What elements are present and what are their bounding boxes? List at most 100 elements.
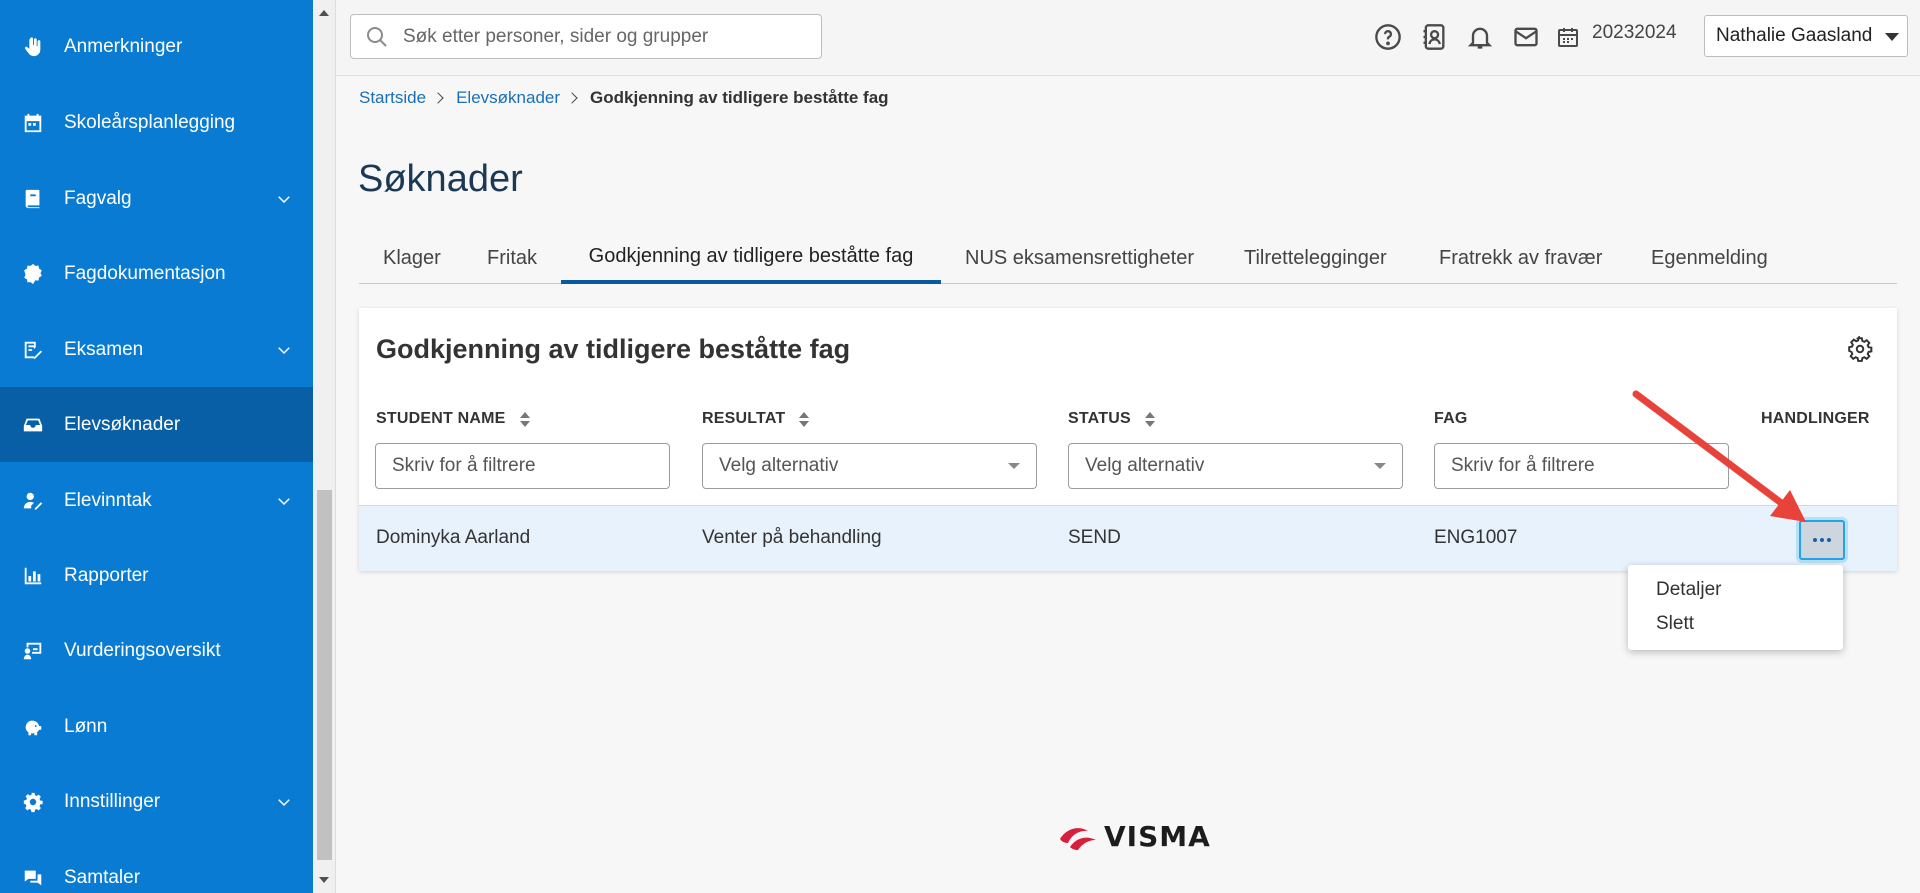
visma-logo: VISMA bbox=[1058, 820, 1211, 853]
school-year[interactable]: 20232024 bbox=[1592, 22, 1677, 44]
sidebar-item-label: Vurderingsoversikt bbox=[64, 639, 221, 661]
sidebar-item-vurderingsoversikt[interactable]: Vurderingsoversikt bbox=[0, 613, 313, 688]
sidebar-item-fagvalg[interactable]: Fagvalg bbox=[0, 161, 313, 236]
chevron-down-icon[interactable] bbox=[273, 188, 295, 210]
breadcrumb: Startside Elevsøknader Godkjenning av ti… bbox=[359, 88, 889, 108]
tab-tilrettelegginger[interactable]: Tilrettelegginger bbox=[1244, 232, 1387, 284]
visma-logo-text: VISMA bbox=[1104, 820, 1211, 853]
tab-bar: Klager Fritak Godkjenning av tidligere b… bbox=[359, 232, 1897, 284]
filter-placeholder: Skriv for å filtrere bbox=[1451, 455, 1595, 476]
column-label: STUDENT NAME bbox=[376, 410, 506, 427]
tab-klager[interactable]: Klager bbox=[383, 232, 441, 284]
sort-icon[interactable] bbox=[799, 411, 810, 427]
actions-menu: Detaljer Slett bbox=[1628, 565, 1843, 650]
menu-item-slett[interactable]: Slett bbox=[1656, 613, 1694, 635]
tab-fratrekk-av-fravaer[interactable]: Fratrekk av fravær bbox=[1439, 232, 1602, 284]
cell-status: SEND bbox=[1068, 527, 1121, 548]
column-header-fag: FAG bbox=[1434, 410, 1468, 428]
gear-icon[interactable] bbox=[1847, 334, 1873, 362]
column-header-student-name[interactable]: STUDENT NAME bbox=[376, 410, 530, 428]
sidebar-item-label: Lønn bbox=[64, 715, 108, 737]
sidebar-scrollbar[interactable] bbox=[313, 0, 336, 893]
tab-nus-eksamensrettigheter[interactable]: NUS eksamensrettigheter bbox=[965, 232, 1194, 284]
column-header-status[interactable]: STATUS bbox=[1068, 410, 1155, 428]
column-label: RESULTAT bbox=[702, 410, 786, 427]
breadcrumb-section[interactable]: Elevsøknader bbox=[456, 88, 560, 108]
resultat-select[interactable]: Velg alternativ bbox=[702, 443, 1037, 489]
sidebar-item-elevsoknader[interactable]: Elevsøknader bbox=[0, 387, 313, 462]
caret-down-icon bbox=[1008, 463, 1020, 469]
scroll-up-icon[interactable] bbox=[319, 10, 329, 16]
sidebar-item-elevinntak[interactable]: Elevinntak bbox=[0, 463, 313, 538]
sidebar-item-lonn[interactable]: Lønn bbox=[0, 689, 313, 764]
help-icon[interactable] bbox=[1371, 20, 1405, 54]
sidebar-item-anmerkninger[interactable]: Anmerkninger bbox=[0, 9, 313, 84]
contacts-icon[interactable] bbox=[1417, 20, 1451, 54]
bell-icon[interactable] bbox=[1463, 20, 1497, 54]
column-header-resultat[interactable]: RESULTAT bbox=[702, 410, 810, 428]
mail-icon[interactable] bbox=[1509, 20, 1543, 54]
visma-logo-icon bbox=[1060, 827, 1096, 850]
sort-icon[interactable] bbox=[1144, 411, 1155, 427]
calendar-icon[interactable] bbox=[1554, 20, 1582, 54]
user-menu-button[interactable]: Nathalie Gaasland bbox=[1704, 15, 1908, 57]
select-value: Velg alternativ bbox=[1085, 455, 1205, 476]
chevron-down-icon[interactable] bbox=[273, 490, 295, 512]
top-bar: 20232024 Nathalie Gaasland bbox=[336, 0, 1920, 76]
sidebar-item-label: Fagdokumentasjon bbox=[64, 262, 226, 284]
board-icon bbox=[20, 638, 46, 664]
annotation-arrow-icon bbox=[1632, 390, 1806, 522]
badge-icon bbox=[20, 261, 46, 287]
sidebar-item-label: Fagvalg bbox=[64, 187, 132, 209]
gear-icon bbox=[20, 789, 46, 815]
search-icon bbox=[367, 26, 387, 47]
piggy-bank-icon bbox=[20, 714, 46, 740]
caret-down-icon bbox=[1374, 463, 1386, 469]
cell-resultat: Venter på behandling bbox=[702, 527, 882, 548]
page-title: Søknader bbox=[358, 158, 523, 200]
user-name: Nathalie Gaasland bbox=[1716, 25, 1873, 46]
sidebar-item-fagdokumentasjon[interactable]: Fagdokumentasjon bbox=[0, 236, 313, 311]
chevron-down-icon[interactable] bbox=[273, 339, 295, 361]
search-input[interactable] bbox=[403, 25, 803, 48]
search-box bbox=[350, 14, 822, 59]
sidebar: Anmerkninger Skoleårsplanlegging Fagvalg… bbox=[0, 0, 313, 893]
calendar-icon bbox=[20, 110, 46, 136]
exam-icon bbox=[20, 337, 46, 363]
student-name-filter[interactable]: Skriv for å filtrere bbox=[375, 443, 670, 489]
breadcrumb-current: Godkjenning av tidligere beståtte fag bbox=[590, 88, 889, 107]
menu-item-detaljer[interactable]: Detaljer bbox=[1656, 579, 1721, 601]
scroll-down-icon[interactable] bbox=[319, 877, 329, 883]
tab-godkjenning[interactable]: Godkjenning av tidligere beståtte fag bbox=[561, 232, 941, 284]
user-edit-icon bbox=[20, 488, 46, 514]
sidebar-item-samtaler[interactable]: Samtaler bbox=[0, 840, 313, 893]
sidebar-item-innstillinger[interactable]: Innstillinger bbox=[0, 764, 313, 839]
bar-chart-icon bbox=[20, 563, 46, 589]
column-label: FAG bbox=[1434, 410, 1468, 427]
sidebar-item-label: Samtaler bbox=[64, 866, 141, 888]
chevron-right-icon bbox=[566, 92, 578, 104]
tab-fritak[interactable]: Fritak bbox=[487, 232, 537, 284]
scroll-thumb[interactable] bbox=[317, 490, 332, 860]
chevron-down-icon[interactable] bbox=[273, 791, 295, 813]
inbox-icon bbox=[20, 412, 46, 438]
column-label: STATUS bbox=[1068, 410, 1131, 427]
sort-icon[interactable] bbox=[519, 411, 530, 427]
sidebar-item-eksamen[interactable]: Eksamen bbox=[0, 312, 313, 387]
hand-icon bbox=[20, 34, 46, 60]
sidebar-item-label: Eksamen bbox=[64, 338, 144, 360]
sidebar-item-rapporter[interactable]: Rapporter bbox=[0, 538, 313, 613]
sidebar-item-label: Rapporter bbox=[64, 564, 149, 586]
sidebar-item-skolearsplanlegging[interactable]: Skoleårsplanlegging bbox=[0, 85, 313, 160]
sidebar-item-label: Innstillinger bbox=[64, 790, 161, 812]
breadcrumb-home[interactable]: Startside bbox=[359, 88, 426, 108]
select-value: Velg alternativ bbox=[719, 455, 839, 476]
card-title: Godkjenning av tidligere beståtte fag bbox=[376, 334, 851, 364]
sidebar-item-label: Skoleårsplanlegging bbox=[64, 111, 236, 133]
cell-student-name: Dominyka Aarland bbox=[376, 527, 531, 548]
caret-down-icon bbox=[1885, 33, 1899, 41]
sidebar-item-label: Elevinntak bbox=[64, 489, 152, 511]
status-select[interactable]: Velg alternativ bbox=[1068, 443, 1403, 489]
tab-egenmelding[interactable]: Egenmelding bbox=[1651, 232, 1768, 284]
book-icon bbox=[20, 186, 46, 212]
